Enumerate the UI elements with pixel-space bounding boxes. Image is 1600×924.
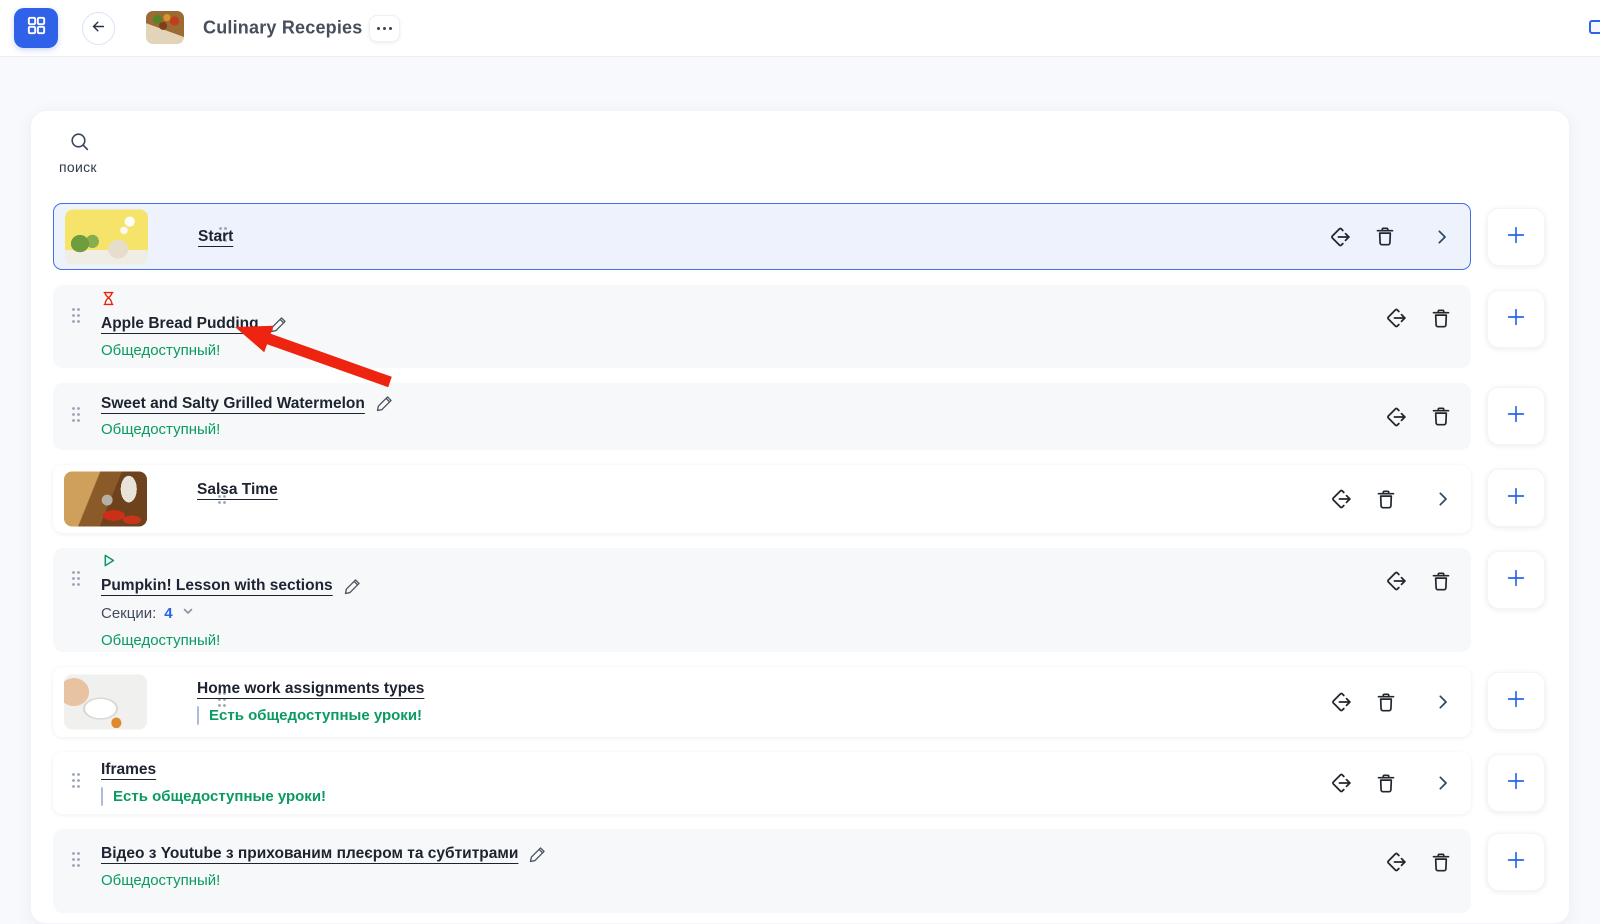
add-lesson-button[interactable]	[1487, 208, 1545, 266]
add-lesson-button[interactable]	[1487, 469, 1545, 527]
lesson-title-link[interactable]: Salsa Time	[197, 481, 278, 499]
lesson-row-pumpkin[interactable]: Pumpkin! Lesson with sections Секции: 4 …	[53, 548, 1471, 652]
status-badge: Есть общедоступные уроки!	[209, 707, 422, 724]
trash-icon[interactable]	[1373, 225, 1397, 249]
drag-handle-icon[interactable]	[70, 771, 82, 796]
export-arrow-icon[interactable]	[1384, 404, 1409, 429]
lesson-row-start[interactable]: Start	[53, 203, 1471, 270]
plus-icon	[1505, 306, 1527, 333]
drag-handle-icon[interactable]	[70, 569, 82, 594]
drag-handle-icon[interactable]	[70, 306, 82, 331]
status-badge: Общедоступный!	[101, 419, 394, 441]
export-arrow-icon[interactable]	[1329, 771, 1354, 796]
lesson-thumbnail	[64, 472, 147, 527]
status-badge: Есть общедоступные уроки!	[113, 788, 326, 805]
plus-icon	[1505, 770, 1527, 797]
lesson-row-apple-bread-pudding[interactable]: Apple Bread Pudding Общедоступный!	[53, 285, 1471, 368]
arrow-left-icon	[90, 18, 107, 40]
lesson-thumbnail	[65, 209, 148, 264]
export-arrow-icon[interactable]	[1384, 569, 1409, 594]
lesson-title-link[interactable]: Home work assignments types	[197, 680, 424, 698]
play-outline-icon	[101, 553, 116, 573]
lesson-row-salsa-time[interactable]: Salsa Time	[53, 465, 1471, 533]
chevron-right-icon[interactable]	[1431, 226, 1452, 247]
lesson-row-homework[interactable]: Home work assignments types Есть общедос…	[53, 667, 1471, 737]
plus-icon	[1505, 688, 1527, 715]
trash-icon[interactable]	[1429, 850, 1453, 874]
lesson-row-watermelon[interactable]: Sweet and Salty Grilled Watermelon Общед…	[53, 383, 1471, 450]
status-badge: Общедоступный!	[101, 339, 288, 361]
course-thumbnail	[146, 11, 184, 44]
plus-icon	[1505, 224, 1527, 251]
lesson-row-iframes[interactable]: Iframes Есть общедоступные уроки!	[53, 752, 1471, 814]
lesson-thumbnail	[64, 675, 147, 730]
export-arrow-icon[interactable]	[1384, 306, 1409, 331]
add-lesson-button[interactable]	[1487, 290, 1545, 348]
add-lesson-button[interactable]	[1487, 833, 1545, 891]
add-lesson-button[interactable]	[1487, 672, 1545, 730]
lesson-title-link[interactable]: Pumpkin! Lesson with sections	[101, 577, 333, 595]
chevron-right-icon[interactable]	[1432, 773, 1453, 794]
export-arrow-icon[interactable]	[1329, 690, 1354, 715]
search-button[interactable]: поиск	[56, 128, 126, 180]
trash-icon[interactable]	[1374, 690, 1398, 714]
trash-icon[interactable]	[1429, 405, 1453, 429]
export-arrow-icon[interactable]	[1329, 487, 1354, 512]
status-bar	[101, 787, 103, 806]
clipped-corner-button[interactable]	[1589, 20, 1600, 34]
export-arrow-icon[interactable]	[1328, 224, 1353, 249]
back-button[interactable]	[82, 12, 115, 45]
lesson-title-link[interactable]: Start	[198, 228, 233, 246]
lesson-title-link[interactable]: Iframes	[101, 761, 156, 779]
trash-icon[interactable]	[1374, 771, 1398, 795]
chevron-right-icon[interactable]	[1432, 489, 1453, 510]
sections-count[interactable]: 4	[164, 605, 172, 622]
apps-menu-button[interactable]	[14, 8, 58, 48]
sections-label: Секции:	[101, 605, 156, 622]
search-label: поиск	[59, 159, 97, 175]
drag-handle-icon[interactable]	[70, 850, 82, 875]
add-lesson-button[interactable]	[1487, 387, 1545, 445]
page-title: Culinary Recepies	[203, 18, 362, 39]
plus-icon	[1505, 403, 1527, 430]
pencil-icon[interactable]	[343, 577, 362, 596]
drag-handle-icon[interactable]	[70, 404, 82, 429]
more-options-button[interactable]	[369, 15, 400, 42]
pencil-icon[interactable]	[375, 394, 394, 413]
chevron-down-icon[interactable]	[181, 604, 195, 622]
pencil-icon[interactable]	[269, 315, 288, 334]
plus-icon	[1505, 567, 1527, 594]
hourglass-icon	[101, 291, 116, 311]
plus-icon	[1505, 485, 1527, 512]
plus-icon	[1505, 849, 1527, 876]
add-lesson-button[interactable]	[1487, 551, 1545, 609]
grid-icon	[25, 14, 48, 42]
trash-icon[interactable]	[1429, 569, 1453, 593]
trash-icon[interactable]	[1429, 306, 1453, 330]
lesson-row-youtube-video[interactable]: Відео з Youtube з прихованим плеєром та …	[53, 829, 1471, 913]
lesson-title-link[interactable]: Sweet and Salty Grilled Watermelon	[101, 395, 365, 413]
lesson-title-link[interactable]: Apple Bread Pudding	[101, 315, 259, 333]
ellipsis-icon	[377, 27, 380, 30]
pencil-icon[interactable]	[528, 845, 547, 864]
export-arrow-icon[interactable]	[1384, 850, 1409, 875]
top-bar: Culinary Recepies	[0, 0, 1600, 57]
add-lesson-button[interactable]	[1487, 754, 1545, 812]
status-badge: Общедоступный!	[101, 869, 547, 891]
lesson-title-link[interactable]: Відео з Youtube з прихованим плеєром та …	[101, 845, 518, 863]
chevron-right-icon[interactable]	[1432, 692, 1453, 713]
status-badge: Общедоступный!	[101, 629, 362, 651]
trash-icon[interactable]	[1374, 487, 1398, 511]
status-bar	[197, 706, 199, 725]
